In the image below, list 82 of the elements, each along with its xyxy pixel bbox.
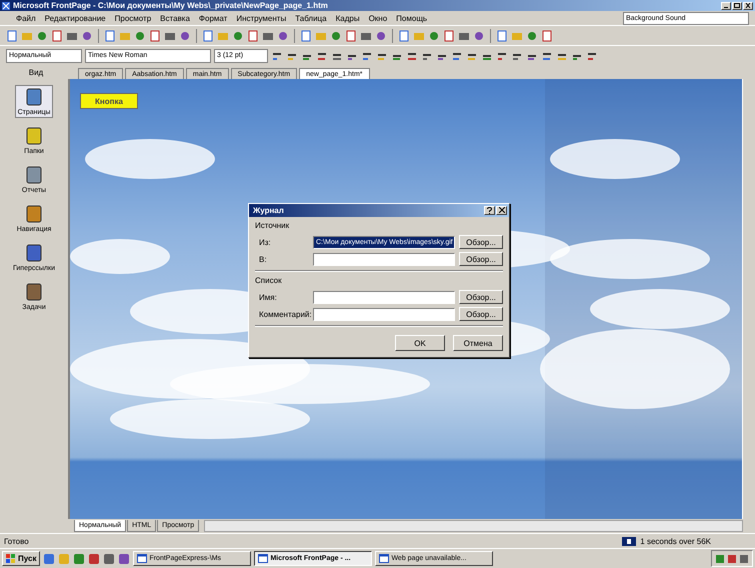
menu-item[interactable]: Файл: [16, 14, 36, 22]
quick-launch-icon[interactable]: [103, 552, 116, 564]
window-icon: [379, 554, 390, 563]
toolbar-icon[interactable]: [300, 30, 312, 42]
menu-item[interactable]: Окно: [368, 14, 388, 22]
toolbar-icon[interactable]: [232, 30, 244, 42]
field-label: Комментарий:: [259, 310, 309, 318]
close-button[interactable]: [743, 2, 753, 10]
connection-icon: [622, 536, 636, 546]
toolbar-icon[interactable]: [443, 30, 455, 42]
quick-launch-icon[interactable]: [43, 552, 56, 564]
close-button[interactable]: [496, 206, 507, 215]
maximize-button[interactable]: [732, 2, 742, 10]
horizontal-scrollbar[interactable]: [204, 520, 743, 532]
menu-item[interactable]: Помощь: [396, 14, 428, 22]
field-label: Имя:: [259, 292, 278, 302]
app-icon: [2, 2, 10, 10]
quick-launch-icon[interactable]: [88, 552, 100, 564]
menu-item[interactable]: Просмотр: [114, 14, 152, 22]
group-label: Список: [255, 276, 282, 285]
view-icon: [24, 87, 44, 107]
menu-item[interactable]: Кадры: [336, 14, 360, 22]
quick-launch-icon[interactable]: [73, 552, 86, 564]
toolbar-icon[interactable]: [202, 30, 214, 42]
toolbar-icon[interactable]: [496, 30, 508, 42]
input-field[interactable]: [313, 252, 455, 266]
ok-button[interactable]: OK: [395, 335, 445, 351]
view-icon: [24, 204, 44, 224]
status-text: Готово: [4, 536, 29, 546]
menu-item[interactable]: Инструменты: [236, 14, 286, 22]
minimize-button[interactable]: [721, 2, 731, 10]
input-field[interactable]: [313, 308, 455, 320]
toolbar-icon[interactable]: [6, 30, 18, 42]
view-icon: [24, 282, 44, 302]
toolbar-icon[interactable]: [104, 30, 116, 42]
toolbar-icon[interactable]: [526, 30, 538, 42]
view-icon: [24, 126, 44, 146]
window-title: Microsoft FrontPage - C:\Мои документы\My Webs\_private\NewPage_page_1.htm: [13, 1, 328, 10]
start-button[interactable]: Пуск: [2, 551, 40, 566]
toolbar-icon[interactable]: [179, 30, 191, 42]
menu-item[interactable]: Формат: [198, 14, 228, 22]
toolbar-icon[interactable]: [428, 30, 440, 42]
menu-item[interactable]: Таблица: [295, 14, 327, 22]
toolbar-icon[interactable]: [277, 30, 289, 42]
hover-button[interactable]: Кнопка: [80, 93, 138, 109]
toolbar-icon[interactable]: [134, 30, 146, 42]
toolbar-icon[interactable]: [149, 30, 161, 42]
browse-button[interactable]: Обзор...: [459, 252, 503, 266]
toolbar-icon[interactable]: [473, 30, 485, 42]
browse-button[interactable]: Обзор...: [459, 235, 503, 249]
cancel-button[interactable]: Отмена: [453, 335, 503, 351]
browse-button[interactable]: Обзор...: [459, 307, 503, 321]
view-icon: [24, 243, 44, 263]
help-button[interactable]: [484, 206, 495, 215]
close-icon: [745, 2, 751, 8]
download-time: 1 seconds over 56K: [640, 536, 711, 546]
toolbar-icon[interactable]: [330, 30, 342, 42]
views-title: Вид: [28, 68, 44, 76]
view-icon: [24, 165, 44, 185]
toolbar-icon[interactable]: [51, 30, 63, 42]
quick-launch-icon[interactable]: [118, 552, 130, 564]
close-icon: [498, 207, 504, 213]
toolbar-icon[interactable]: [375, 30, 387, 42]
dialog-title: Журнал: [253, 206, 284, 215]
browse-button[interactable]: Обзор...: [459, 290, 503, 304]
window-icon: [137, 554, 148, 563]
toolbar-icon[interactable]: [345, 30, 357, 42]
menu-item[interactable]: Вставка: [160, 14, 190, 22]
input-field[interactable]: [313, 290, 455, 304]
field-label: В:: [259, 254, 268, 264]
field-label: Из:: [259, 238, 272, 246]
toolbar-icon[interactable]: [81, 30, 93, 42]
toolbar-icon[interactable]: [247, 30, 259, 42]
help-icon: [487, 207, 492, 214]
window-icon: [258, 554, 268, 563]
toolbar-icon[interactable]: [36, 30, 48, 42]
menu-item[interactable]: Редактирование: [44, 14, 106, 22]
toolbar-icon[interactable]: [398, 30, 410, 42]
windows-logo-icon: [6, 554, 16, 563]
toolbar-icon[interactable]: [541, 30, 553, 42]
group-label: Источник: [255, 221, 290, 230]
maximize-icon: [734, 2, 740, 8]
